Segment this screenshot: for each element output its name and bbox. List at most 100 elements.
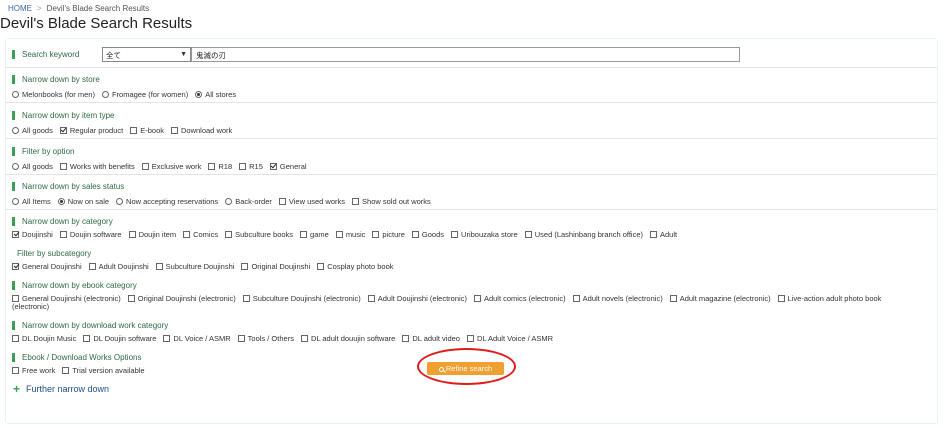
breadcrumb-home-link[interactable]: HOME xyxy=(8,4,32,13)
checkbox[interactable] xyxy=(225,230,233,238)
item-type-option-regular[interactable]: Regular product xyxy=(59,126,123,135)
ebook-option-subculture[interactable]: Subculture Doujinshi (electronic) xyxy=(242,294,361,303)
item-type-option-ebook[interactable]: E-book xyxy=(130,126,164,135)
checkbox[interactable] xyxy=(59,230,67,238)
category-option-doujinshi[interactable]: Doujinshi xyxy=(12,230,53,239)
checkbox[interactable] xyxy=(12,230,19,238)
download-option-tools[interactable]: Tools / Others xyxy=(237,334,294,343)
checkbox[interactable] xyxy=(300,230,308,238)
sales-status-reservations[interactable]: Now accepting reservations xyxy=(116,197,218,206)
checkbox[interactable] xyxy=(372,230,380,238)
sales-status-all[interactable]: All Items xyxy=(12,197,51,206)
sales-status-used[interactable]: View used works xyxy=(278,197,345,206)
radio-button[interactable] xyxy=(225,197,233,205)
further-narrow-down-link[interactable]: + Further narrow down xyxy=(13,383,109,395)
radio-button[interactable] xyxy=(195,90,203,98)
checkbox[interactable] xyxy=(171,126,178,134)
keyword-input[interactable]: 鬼滅の刃 xyxy=(191,47,740,62)
checkbox[interactable] xyxy=(777,294,785,302)
checkbox[interactable] xyxy=(127,294,135,302)
download-option-voice[interactable]: DL Voice / ASMR xyxy=(163,334,231,343)
subcategory-option-original[interactable]: Original Doujinshi xyxy=(241,262,310,271)
checkbox[interactable] xyxy=(83,334,91,342)
item-type-option-all[interactable]: All goods xyxy=(12,126,53,135)
category-option-comics[interactable]: Comics xyxy=(183,230,218,239)
download-option-adult-software[interactable]: DL adult douujin software xyxy=(300,334,395,343)
category-option-uribouzaka[interactable]: Uribouzaka store xyxy=(451,230,518,239)
option-filter-r15[interactable]: R15 xyxy=(239,162,263,171)
checkbox[interactable] xyxy=(650,230,657,238)
checkbox[interactable] xyxy=(237,334,245,342)
category-option-used[interactable]: Used (Lashinbang branch office) xyxy=(524,230,643,239)
download-option-adult-video[interactable]: DL adult video xyxy=(402,334,460,343)
store-option-melonbooks[interactable]: Melonbooks (for men) xyxy=(12,90,95,99)
checkbox[interactable] xyxy=(300,334,308,342)
ebook-option-live-action[interactable]: Live-action adult photo book xyxy=(777,294,881,303)
download-option-software[interactable]: DL Doujin software xyxy=(83,334,156,343)
option-trial-version[interactable]: Trial version available xyxy=(62,366,145,375)
checkbox[interactable] xyxy=(269,162,277,170)
ebook-option-adult-comics[interactable]: Adult comics (electronic) xyxy=(473,294,566,303)
download-option-music[interactable]: DL Doujin Music xyxy=(12,334,76,343)
option-filter-r18[interactable]: R18 xyxy=(208,162,232,171)
store-option-all[interactable]: All stores xyxy=(195,90,236,99)
checkbox[interactable] xyxy=(473,294,481,302)
checkbox[interactable] xyxy=(183,230,191,238)
checkbox[interactable] xyxy=(12,294,19,302)
category-option-doujin-software[interactable]: Doujin software xyxy=(59,230,122,239)
category-option-subculture-books[interactable]: Subculture books xyxy=(225,230,293,239)
sales-status-on-sale[interactable]: Now on sale xyxy=(57,197,109,206)
checkbox[interactable] xyxy=(402,334,410,342)
checkbox[interactable] xyxy=(411,230,419,238)
subcategory-option-general[interactable]: General Doujinshi xyxy=(12,262,82,271)
option-filter-all[interactable]: All goods xyxy=(12,162,53,171)
checkbox[interactable] xyxy=(352,197,360,205)
ebook-option-adult-doujinshi[interactable]: Adult Doujinshi (electronic) xyxy=(367,294,467,303)
checkbox[interactable] xyxy=(130,126,138,134)
ebook-option-adult-novels[interactable]: Adult novels (electronic) xyxy=(572,294,663,303)
download-option-adult-voice[interactable]: DL Adult Voice / ASMR xyxy=(466,334,553,343)
subcategory-option-adult[interactable]: Adult Doujinshi xyxy=(88,262,149,271)
checkbox[interactable] xyxy=(59,126,67,134)
option-filter-benefits[interactable]: Works with benefits xyxy=(59,162,135,171)
sales-status-sold-out[interactable]: Show sold out works xyxy=(352,197,431,206)
checkbox[interactable] xyxy=(451,230,459,238)
category-option-adult[interactable]: Adult xyxy=(650,230,677,239)
checkbox[interactable] xyxy=(669,294,677,302)
ebook-option-original[interactable]: Original Doujinshi (electronic) xyxy=(127,294,236,303)
store-option-fromagee[interactable]: Fromagee (for women) xyxy=(101,90,188,99)
checkbox[interactable] xyxy=(128,230,136,238)
radio-button[interactable] xyxy=(116,197,124,205)
subcategory-option-cosplay[interactable]: Cosplay photo book xyxy=(317,262,394,271)
checkbox[interactable] xyxy=(88,262,96,270)
checkbox[interactable] xyxy=(242,294,250,302)
radio-button[interactable] xyxy=(57,197,65,205)
checkbox[interactable] xyxy=(241,262,249,270)
category-option-music[interactable]: music xyxy=(335,230,365,239)
radio-button[interactable] xyxy=(12,162,19,170)
checkbox[interactable] xyxy=(12,262,19,270)
option-filter-general[interactable]: General xyxy=(269,162,307,171)
category-option-game[interactable]: game xyxy=(300,230,329,239)
checkbox[interactable] xyxy=(239,162,247,170)
sales-status-back-order[interactable]: Back-order xyxy=(225,197,272,206)
ebook-option-adult-magazine[interactable]: Adult magazine (electronic) xyxy=(669,294,771,303)
category-option-doujin-item[interactable]: Doujin item xyxy=(128,230,176,239)
checkbox[interactable] xyxy=(317,262,325,270)
checkbox[interactable] xyxy=(335,230,343,238)
option-filter-exclusive[interactable]: Exclusive work xyxy=(141,162,201,171)
option-free-work[interactable]: Free work xyxy=(12,366,55,375)
checkbox[interactable] xyxy=(62,366,70,374)
radio-button[interactable] xyxy=(12,197,19,205)
checkbox[interactable] xyxy=(141,162,149,170)
checkbox[interactable] xyxy=(572,294,580,302)
category-option-picture[interactable]: picture xyxy=(372,230,405,239)
checkbox[interactable] xyxy=(367,294,375,302)
checkbox[interactable] xyxy=(12,334,19,342)
subcategory-option-subculture[interactable]: Subculture Doujinshi xyxy=(155,262,234,271)
radio-button[interactable] xyxy=(12,90,19,98)
checkbox[interactable] xyxy=(163,334,171,342)
checkbox[interactable] xyxy=(208,162,216,170)
category-option-goods[interactable]: Goods xyxy=(411,230,444,239)
checkbox[interactable] xyxy=(278,197,286,205)
